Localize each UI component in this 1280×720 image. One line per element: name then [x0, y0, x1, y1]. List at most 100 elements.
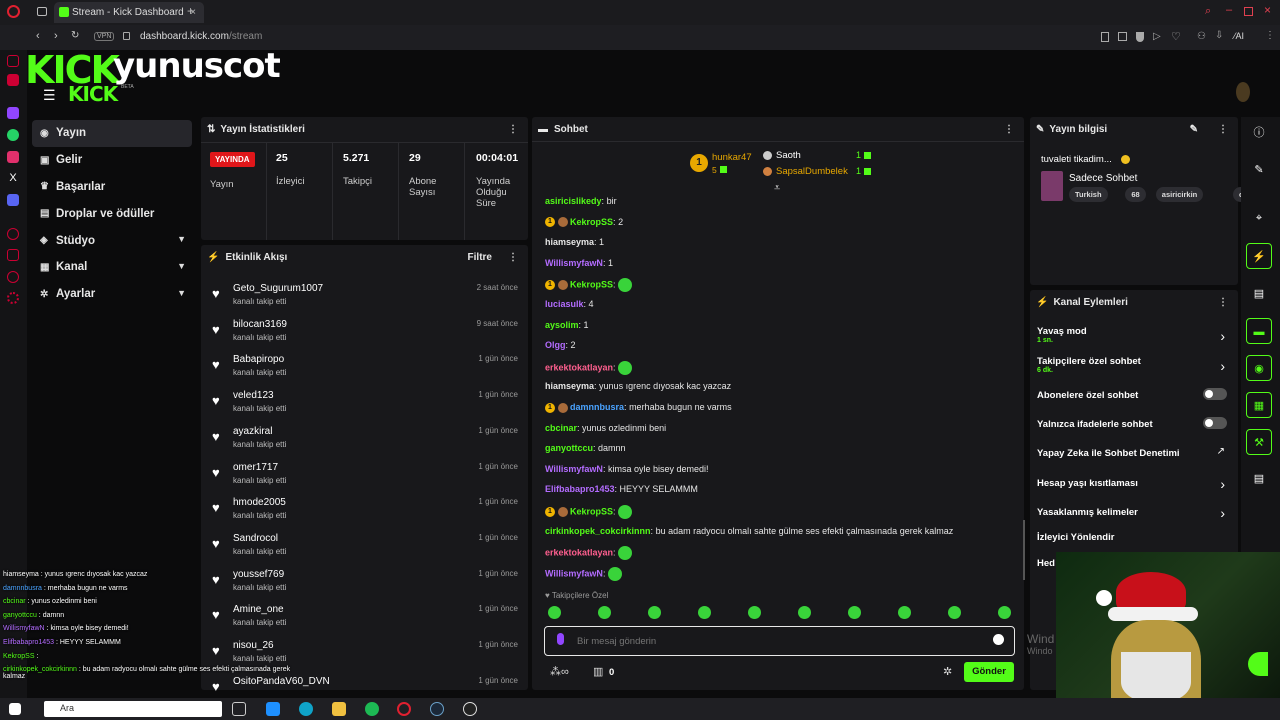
feed-item[interactable]: ♥ Geto_Sugurum1007 kanalı takip etti 2 s… [210, 280, 522, 316]
pinboard-icon[interactable] [7, 271, 19, 283]
feed-username[interactable]: Sandrocol [233, 533, 278, 544]
chat-username[interactable]: aysolim [545, 320, 579, 330]
toggle-switch[interactable] [1203, 417, 1227, 429]
edge-icon[interactable] [299, 702, 313, 716]
channel-action-item[interactable]: İzleyici Yönlendir [1037, 532, 1227, 543]
nav-studio[interactable]: ◈ Stüdyo ▼ [32, 227, 192, 254]
feed-username[interactable]: hmode2005 [233, 497, 286, 508]
feed-item[interactable]: ♥ Amine_one kanalı takip etti 1 gün önce [210, 601, 522, 637]
feed-username[interactable]: veled123 [233, 390, 274, 401]
fab-button[interactable] [1248, 652, 1268, 676]
close-window-icon[interactable]: × [1264, 3, 1271, 17]
third-gifter-name[interactable]: SapsalDumbelek [776, 166, 848, 177]
music-icon[interactable] [7, 74, 19, 86]
task-view-icon[interactable] [232, 702, 246, 716]
nav-stream[interactable]: ◉ Yayın [32, 120, 192, 147]
heart-icon[interactable]: ♡ [1171, 30, 1181, 43]
nav-revenue[interactable]: ▣ Gelir [32, 147, 192, 174]
tab-overview-icon[interactable] [37, 7, 47, 16]
feed-username[interactable]: ayazkiral [233, 426, 272, 437]
nav-channel[interactable]: ▦ Kanal ▼ [32, 254, 192, 281]
maximize-icon[interactable] [1244, 7, 1253, 16]
chat-username[interactable]: KekropSS [570, 280, 613, 290]
channel-action-item[interactable]: Yalnızca ifadelerle sohbet [1037, 417, 1227, 430]
kick-logo[interactable]: KICK [68, 82, 118, 106]
shield-icon[interactable] [1136, 32, 1144, 42]
feed-item[interactable]: ♥ ayazkiral kanalı takip etti 1 gün önce [210, 423, 522, 459]
edit-icon[interactable]: ✎ [1190, 124, 1198, 135]
opera-icon[interactable] [397, 702, 411, 716]
settings-icon[interactable] [7, 292, 19, 304]
feed-username[interactable]: Geto_Sugurum1007 [233, 283, 323, 294]
expand-leaderboard-icon[interactable]: ⩡ [774, 182, 780, 195]
whatsapp-icon[interactable] [7, 129, 19, 141]
gift-sub-icon[interactable]: ▥ [593, 665, 603, 678]
chat-icon[interactable]: ▬ [1246, 318, 1272, 344]
more-options-icon[interactable]: ⋮ [1004, 124, 1014, 135]
taskbar-search[interactable]: Ara [44, 701, 222, 717]
quick-emote-icon[interactable] [698, 606, 711, 619]
opera-logo-icon[interactable] [7, 5, 20, 18]
mail-icon[interactable] [266, 702, 280, 716]
quick-emote-icon[interactable] [748, 606, 761, 619]
back-icon[interactable]: ‹ [36, 30, 40, 42]
feed-item[interactable]: ♥ veled123 kanalı takip etti 1 gün önce [210, 387, 522, 423]
stream-tag[interactable]: asiricirkin [1155, 187, 1204, 202]
menu-icon[interactable]: ☰ [43, 87, 56, 104]
feed-item[interactable]: ♥ Sandrocol kanalı takip etti 1 gün önce [210, 530, 522, 566]
feed-username[interactable]: Amine_one [233, 604, 284, 615]
chat-username[interactable]: Elifbabapro1453 [545, 484, 615, 494]
document-icon[interactable]: ▤ [1246, 281, 1272, 307]
points-icon[interactable]: ⁂∞ [550, 665, 569, 678]
more-options-icon[interactable]: ⋮ [1218, 297, 1228, 308]
chat-username[interactable]: cbcinar [545, 423, 577, 433]
x-icon[interactable]: X [7, 172, 19, 184]
chat-username[interactable]: luciasulk [545, 299, 584, 309]
edit-icon[interactable]: ✎ [1246, 157, 1272, 183]
feed-username[interactable]: nisou_26 [233, 640, 274, 651]
snapshot-icon[interactable] [1101, 32, 1109, 42]
chat-username[interactable]: KekropSS [570, 506, 613, 516]
quick-emote-icon[interactable] [848, 606, 861, 619]
search-tabs-icon[interactable]: ⌕ [1205, 5, 1211, 18]
chat-username[interactable]: KekropSS [570, 217, 613, 227]
more-panels-icon[interactable]: ▤ [1246, 466, 1272, 492]
nav-settings[interactable]: ✲ Ayarlar ▼ [32, 281, 192, 308]
extensions-icon[interactable]: ▷ [1153, 31, 1161, 42]
chat-username[interactable]: hiamseyma [545, 237, 594, 247]
instagram-icon[interactable] [7, 151, 19, 163]
chat-username[interactable]: erkektokatlayan [545, 362, 613, 372]
steam-icon[interactable] [430, 702, 444, 716]
forward-icon[interactable]: › [54, 30, 58, 42]
feed-username[interactable]: Babapiropo [233, 354, 284, 365]
file-explorer-icon[interactable] [332, 702, 346, 716]
channel-action-item[interactable]: Yavaş mod 1 sn. › [1037, 326, 1227, 344]
aria-ai-button[interactable]: ⁄AI [1234, 31, 1244, 41]
obs-icon[interactable] [463, 702, 477, 716]
feed-item[interactable]: ♥ Babapiropo kanalı takip etti 1 gün önc… [210, 351, 522, 387]
wrench-icon[interactable]: ⚒ [1246, 429, 1272, 455]
chat-username[interactable]: cirkinkopek_cokcirkinnn [545, 526, 651, 536]
chat-input-box[interactable] [544, 626, 1015, 656]
vpn-badge[interactable]: VPN [94, 32, 115, 41]
screenshot-icon[interactable] [1118, 32, 1127, 41]
feed-username[interactable]: youssef769 [233, 569, 284, 580]
feed-item[interactable]: ♥ omer1717 kanalı takip etti 1 gün önce [210, 459, 522, 495]
chat-username[interactable]: asiricislikedy [545, 196, 602, 206]
account-icon[interactable]: ⚇ [1197, 31, 1206, 42]
quick-emote-icon[interactable] [998, 606, 1011, 619]
chat-username[interactable]: Olgg [545, 340, 566, 350]
stream-tag[interactable]: Turkish [1069, 187, 1108, 202]
reload-icon[interactable]: ↻ [71, 30, 79, 41]
scan-icon[interactable]: ⌖ [1246, 205, 1272, 231]
quick-emote-icon[interactable] [548, 606, 561, 619]
quick-emote-icon[interactable] [598, 606, 611, 619]
chat-settings-icon[interactable]: ✲ [943, 665, 952, 678]
channel-action-item[interactable]: Takipçilere özel sohbet 6 dk. › [1037, 356, 1227, 374]
category-name[interactable]: Sadece Sohbet [1069, 173, 1137, 184]
chat-username[interactable]: WillismyfawN [545, 464, 603, 474]
windows-start-icon[interactable] [9, 703, 21, 715]
chat-username[interactable]: erkektokatlayan [545, 548, 613, 558]
downloads-icon[interactable] [7, 249, 19, 261]
channel-action-item[interactable]: Yapay Zeka ile Sohbet Denetimi ↗ [1037, 446, 1227, 459]
